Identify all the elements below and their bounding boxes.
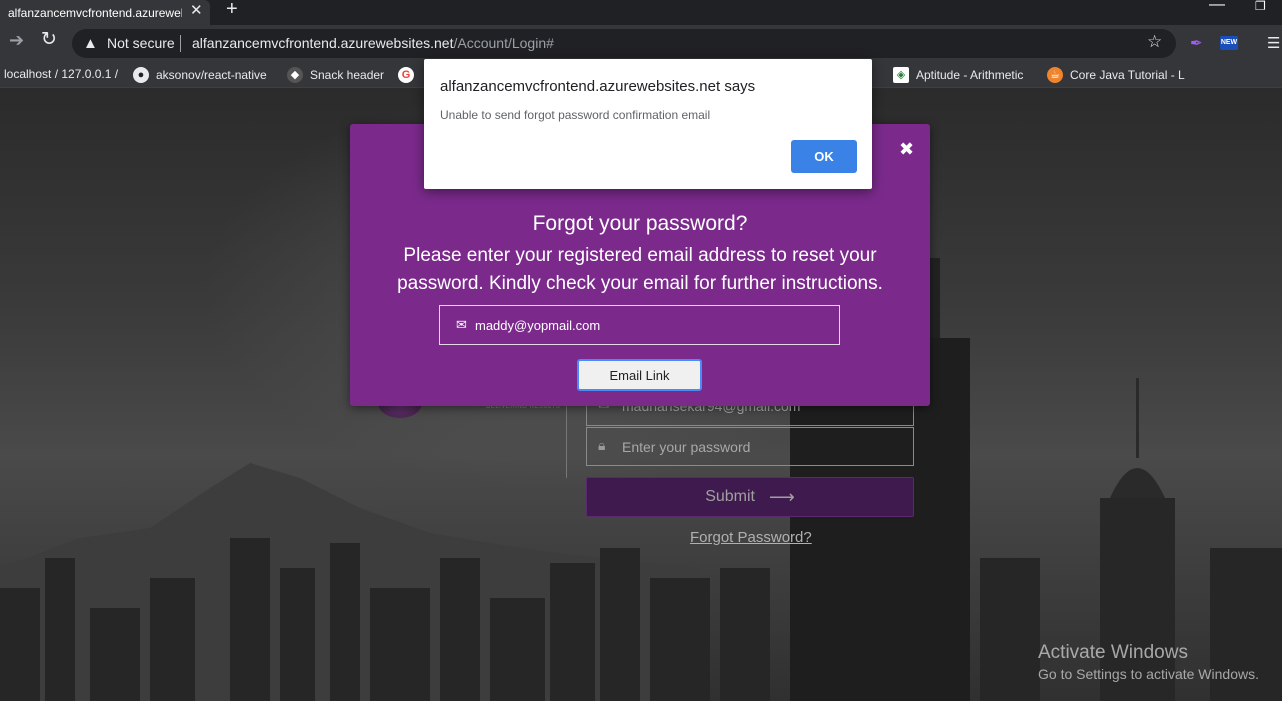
submit-button[interactable]: Submit ⟶	[586, 477, 914, 517]
arrow-right-icon: ⟶	[768, 486, 795, 507]
browser-alert-dialog: alfanzancemvcfrontend.azurewebsites.net …	[424, 59, 872, 189]
new-tab-icon[interactable]: +	[226, 0, 238, 21]
tab-strip: alfanzancemvcfrontend.azurewebsites.net …	[0, 0, 1282, 25]
new-extension-icon[interactable]: NEW	[1220, 36, 1238, 50]
email-link-button[interactable]: Email Link	[577, 359, 702, 391]
forgot-password-link[interactable]: Forgot Password?	[690, 529, 812, 546]
bookmark-react-native[interactable]: ● aksonov/react-native	[133, 67, 267, 83]
aptitude-icon: ◈	[893, 67, 909, 83]
warning-icon[interactable]: ▲	[83, 35, 98, 52]
bookmark-label: aksonov/react-native	[156, 68, 267, 82]
bookmark-label: Core Java Tutorial - L	[1070, 68, 1185, 82]
github-icon: ●	[133, 67, 149, 83]
browser-tab[interactable]: alfanzancemvcfrontend.azurewebsites.net …	[0, 0, 210, 25]
bookmark-label: Aptitude - Arithmetic	[916, 68, 1024, 82]
tab-close-icon[interactable]: ✕	[190, 1, 203, 19]
bookmark-localhost[interactable]: localhost / 127.0.0.1 /	[4, 67, 118, 81]
snack-icon: ◆	[287, 67, 303, 83]
java-icon: ☕	[1047, 67, 1063, 83]
activate-windows-watermark: Activate Windows Go to Settings to activ…	[1038, 642, 1259, 682]
bookmark-star-icon[interactable]: ☆	[1147, 32, 1162, 52]
bookmark-core-java[interactable]: ☕ Core Java Tutorial - L	[1047, 67, 1185, 83]
alert-title: alfanzancemvcfrontend.azurewebsites.net …	[440, 78, 756, 95]
reload-icon[interactable]: ↻	[41, 28, 57, 51]
minimize-icon[interactable]: —	[1209, 0, 1225, 14]
modal-title: Forgot your password?	[532, 212, 748, 235]
google-icon: G	[398, 67, 414, 83]
feather-extension-icon[interactable]: ✒	[1190, 34, 1206, 52]
password-field[interactable]: 🔒︎ Enter your password	[586, 427, 914, 466]
bookmark-aptitude[interactable]: ◈ Aptitude - Arithmetic	[893, 67, 1023, 83]
close-icon[interactable]: ✖	[899, 139, 914, 160]
submit-label: Submit	[705, 488, 755, 505]
url-host: alfanzancemvcfrontend.azurewebsites.net	[192, 35, 454, 51]
activate-subtitle: Go to Settings to activate Windows.	[1038, 666, 1259, 682]
ok-button[interactable]: OK	[791, 140, 857, 173]
alert-message: Unable to send forgot password confirmat…	[440, 108, 711, 122]
bookmark-snack[interactable]: ◆ Snack header	[287, 67, 384, 83]
password-placeholder: Enter your password	[622, 439, 751, 455]
security-label[interactable]: Not secure	[107, 35, 175, 51]
forward-arrow-icon[interactable]: ➔	[9, 30, 24, 51]
browser-toolbar: ➔ ↻ ▲ Not secure alfanzancemvcfrontend.a…	[0, 25, 1282, 61]
bookmark-label: Snack header	[310, 68, 385, 82]
media-extension-icon[interactable]: ☰	[1267, 34, 1280, 52]
bookmark-label: localhost / 127.0.0.1 /	[4, 67, 119, 81]
activate-title: Activate Windows	[1038, 642, 1188, 663]
url-text[interactable]: alfanzancemvcfrontend.azurewebsites.net/…	[192, 35, 554, 51]
restore-window-icon[interactable]: ❐	[1255, 0, 1266, 13]
forgot-email-input[interactable]: ✉ maddy@yopmail.com	[439, 305, 840, 345]
envelope-icon: ✉	[456, 317, 467, 332]
lock-icon: 🔒︎	[598, 437, 606, 453]
address-bar[interactable]: ▲ Not secure alfanzancemvcfrontend.azure…	[72, 29, 1176, 58]
forgot-email-value: maddy@yopmail.com	[475, 318, 601, 333]
url-path: /Account/Login#	[453, 35, 554, 51]
modal-instructions: Please enter your registered email addre…	[397, 245, 883, 294]
bookmark-google[interactable]: G	[398, 67, 421, 83]
tab-title: alfanzancemvcfrontend.azurewebsites.net	[8, 5, 182, 20]
omnibox-divider	[180, 35, 181, 52]
